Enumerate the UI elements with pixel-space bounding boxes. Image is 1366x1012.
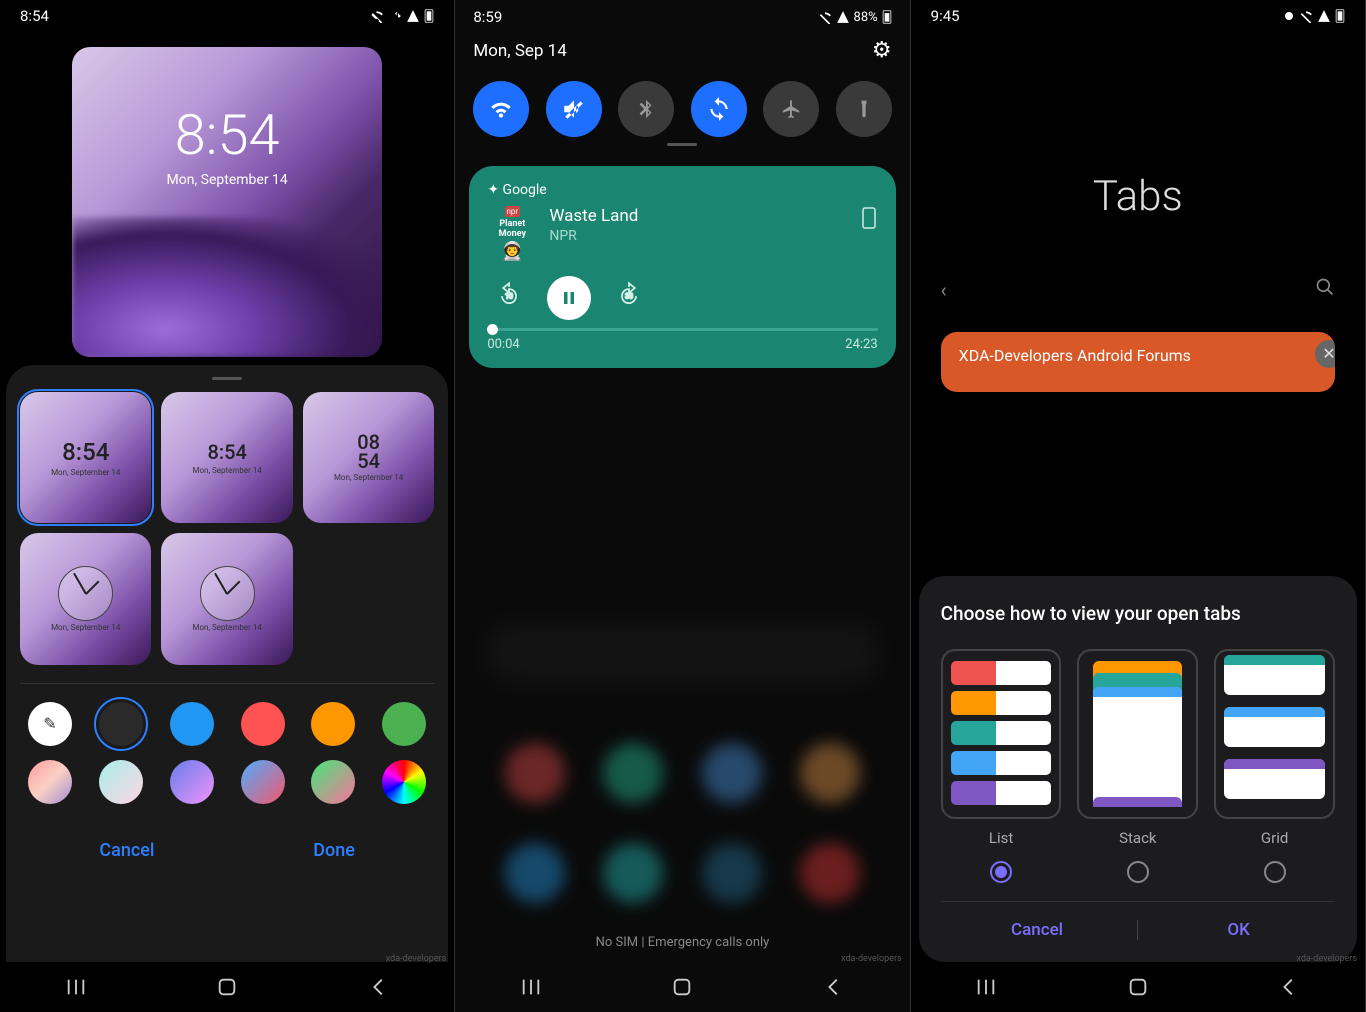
flashlight-toggle[interactable] (836, 81, 892, 137)
widget-style-4[interactable]: Mon, September 14 (20, 533, 151, 664)
widget-customization-panel: 8:54 Mon, September 14 8:54 Mon, Septemb… (6, 365, 448, 962)
blurred-background: No SIM | Emergency calls only (455, 374, 909, 962)
phone-browser-tabs: 9:45 Tabs ‹ XDA-Developers Android Forum… (911, 0, 1366, 1012)
panel-date: Mon, Sep 14 (473, 41, 566, 61)
color-custom[interactable]: ✎ (28, 702, 72, 746)
color-orange[interactable] (311, 702, 355, 746)
watermark: xda-developers (841, 954, 902, 964)
tab-view-chooser-sheet: Choose how to view your open tabs List (919, 576, 1357, 962)
phone-clock-customization: 8:54 8:54 Mon, September 14 8:54 Mon, Se… (0, 0, 455, 1012)
svg-text:30: 30 (625, 293, 633, 301)
color-green[interactable] (382, 702, 426, 746)
settings-icon[interactable]: ⚙ (872, 38, 892, 63)
statusbar: 9:45 (911, 0, 1365, 32)
drag-handle[interactable] (212, 377, 242, 380)
recents-icon[interactable] (975, 976, 997, 998)
back-icon[interactable] (823, 976, 845, 998)
mute-toggle[interactable] (546, 81, 602, 137)
analog-clock-icon (58, 566, 113, 621)
done-button[interactable]: Done (313, 840, 355, 861)
color-picker: ✎ (20, 683, 434, 804)
navbar (0, 962, 454, 1012)
widget-style-5[interactable]: Mon, September 14 (161, 533, 292, 664)
home-icon[interactable] (671, 976, 693, 998)
phone-notification-panel: 8:59 88% Mon, Sep 14 ⚙ ✦ Google npr (455, 0, 910, 1012)
media-notification[interactable]: ✦ Google npr Planet Money 👨‍🚀 Waste Land… (469, 166, 895, 368)
preview-date: Mon, September 14 (167, 172, 288, 188)
color-gradient-6[interactable] (382, 760, 426, 804)
option-grid[interactable]: Grid (1214, 649, 1335, 883)
color-gradient-1[interactable] (28, 760, 72, 804)
panel-drag-handle[interactable] (667, 143, 697, 146)
radio-stack[interactable] (1127, 861, 1149, 883)
color-gradient-5[interactable] (311, 760, 355, 804)
widget-style-grid: 8:54 Mon, September 14 8:54 Mon, Septemb… (20, 392, 434, 665)
cancel-button[interactable]: Cancel (99, 840, 154, 861)
widget-style-3[interactable]: 08 54 Mon, September 14 (303, 392, 434, 523)
ok-button[interactable]: OK (1142, 920, 1335, 940)
bluetooth-toggle[interactable] (618, 81, 674, 137)
home-icon[interactable] (1127, 976, 1149, 998)
home-icon[interactable] (216, 976, 238, 998)
widget-style-2[interactable]: 8:54 Mon, September 14 (161, 392, 292, 523)
color-gradient-4[interactable] (241, 760, 285, 804)
tab-card[interactable]: XDA-Developers Android Forums ✕ (941, 332, 1335, 392)
watermark: xda-developers (1296, 954, 1357, 964)
media-artist: NPR (549, 228, 847, 244)
radio-list[interactable] (990, 861, 1012, 883)
radio-grid[interactable] (1264, 861, 1286, 883)
widget-style-1[interactable]: 8:54 Mon, September 14 (20, 392, 151, 523)
media-source: ✦ Google (487, 182, 877, 198)
color-gradient-3[interactable] (170, 760, 214, 804)
analog-clock-icon (200, 566, 255, 621)
color-black[interactable] (99, 702, 143, 746)
quick-settings (473, 81, 891, 137)
recents-icon[interactable] (65, 976, 87, 998)
sheet-title: Choose how to view your open tabs (941, 602, 1335, 625)
watermark: xda-developers (386, 954, 447, 964)
clock-widget-preview: 8:54 Mon, September 14 (72, 47, 382, 357)
rewind-10-icon[interactable]: 10 (495, 281, 523, 315)
svg-text:10: 10 (505, 293, 513, 301)
media-title: Waste Land (549, 206, 847, 226)
statusbar-icons (1283, 9, 1345, 23)
color-blue[interactable] (170, 702, 214, 746)
close-tab-icon[interactable]: ✕ (1315, 340, 1335, 368)
option-list[interactable]: List (941, 649, 1062, 883)
media-elapsed: 00:04 (487, 337, 519, 352)
media-total: 24:23 (845, 337, 877, 352)
wifi-toggle[interactable] (473, 81, 529, 137)
pause-button[interactable] (547, 276, 591, 320)
page-title: Tabs (911, 172, 1365, 221)
back-icon[interactable]: ‹ (941, 278, 947, 302)
option-stack[interactable]: Stack (1077, 649, 1198, 883)
statusbar-time: 8:59 (473, 8, 502, 26)
rotate-toggle[interactable] (691, 81, 747, 137)
recents-icon[interactable] (520, 976, 542, 998)
color-red[interactable] (241, 702, 285, 746)
output-device-icon[interactable] (860, 206, 878, 262)
navbar (911, 962, 1365, 1012)
statusbar-icons (370, 9, 434, 23)
statusbar-time: 8:54 (20, 7, 49, 25)
preview-time: 8:54 (175, 102, 280, 168)
cancel-button[interactable]: Cancel (941, 920, 1134, 940)
color-gradient-2[interactable] (99, 760, 143, 804)
back-icon[interactable] (1278, 976, 1300, 998)
airplane-toggle[interactable] (763, 81, 819, 137)
navbar (455, 962, 909, 1012)
search-icon[interactable] (1315, 277, 1335, 302)
statusbar: 8:59 88% (473, 8, 891, 26)
statusbar-icons: 88% (818, 8, 892, 26)
back-icon[interactable] (368, 976, 390, 998)
media-artwork: npr Planet Money 👨‍🚀 (487, 206, 537, 262)
media-seekbar[interactable] (487, 328, 877, 331)
statusbar: 8:54 (0, 0, 454, 32)
statusbar-time: 9:45 (931, 7, 960, 25)
forward-30-icon[interactable]: 30 (615, 281, 643, 315)
